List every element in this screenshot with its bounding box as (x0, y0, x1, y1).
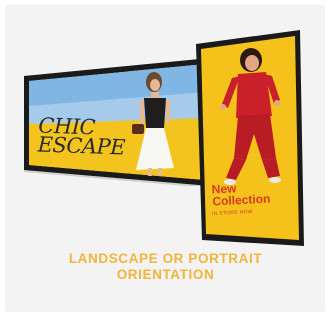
caption-line2: ORIENTATION (116, 267, 215, 282)
landscape-headline-line2: ESCAPE (37, 132, 126, 160)
landscape-display: CHIC ESCAPE (24, 58, 214, 186)
portrait-display: New Collection IN STORE NOW (196, 30, 304, 246)
portrait-headline-line2: Collection (211, 191, 271, 209)
feature-caption: LANDSCAPE OR PORTRAIT ORIENTATION (0, 251, 331, 283)
caption-line1: LANDSCAPE OR PORTRAIT (68, 251, 263, 266)
portrait-headline: New Collection (211, 180, 271, 209)
landscape-headline: CHIC ESCAPE (37, 113, 126, 160)
